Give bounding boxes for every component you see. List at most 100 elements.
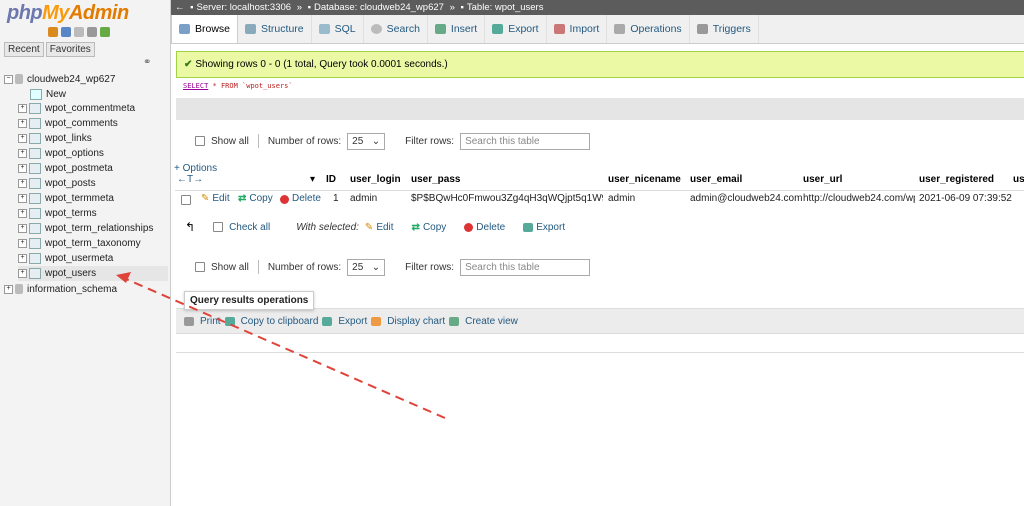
docs-icon[interactable] bbox=[74, 27, 84, 37]
tree-new-item[interactable]: New bbox=[30, 87, 66, 102]
bulk-edit[interactable]: ✎ Edit bbox=[365, 222, 394, 233]
phpmyadmin-logo[interactable]: phpMyAdmin bbox=[7, 2, 129, 25]
sidebar-table-item[interactable]: + wpot_links bbox=[18, 131, 92, 146]
tab-insert[interactable]: Insert bbox=[428, 15, 486, 43]
tab-operations[interactable]: Operations bbox=[607, 15, 690, 43]
expand-icon[interactable]: + bbox=[18, 178, 27, 188]
sidebar-table-item[interactable]: + wpot_posts bbox=[18, 176, 96, 191]
sidebar-table-label[interactable]: wpot_termmeta bbox=[45, 193, 114, 204]
check-all-checkbox[interactable] bbox=[213, 222, 224, 232]
tab-search[interactable]: Search bbox=[364, 15, 428, 43]
expand-icon[interactable]: + bbox=[18, 208, 27, 218]
sidebar-table-label[interactable]: wpot_options bbox=[45, 148, 104, 159]
sidebar-table-item[interactable]: + wpot_term_taxonomy bbox=[18, 236, 141, 251]
sidebar-table-label[interactable]: wpot_users bbox=[45, 268, 96, 279]
tab-sql[interactable]: SQL bbox=[312, 15, 364, 43]
column-header[interactable]: user_registered bbox=[919, 174, 994, 185]
column-header[interactable]: user_nicename bbox=[608, 174, 681, 185]
sidebar-table-label[interactable]: wpot_postmeta bbox=[45, 163, 113, 174]
column-arrows-icon[interactable]: ←T→ bbox=[177, 174, 203, 185]
column-header[interactable]: user_email bbox=[690, 174, 742, 185]
sidebar-table-label[interactable]: wpot_usermeta bbox=[45, 253, 113, 264]
home-icon[interactable] bbox=[48, 27, 58, 37]
sort-chevron-icon[interactable]: ▾ bbox=[310, 174, 315, 185]
sidebar-table-label[interactable]: wpot_terms bbox=[45, 208, 97, 219]
breadcrumb-database[interactable]: Database: cloudweb24_wp627 bbox=[314, 2, 444, 13]
sidebar-table-item[interactable]: + wpot_postmeta bbox=[18, 161, 113, 176]
tab-browse[interactable]: Browse bbox=[171, 15, 239, 43]
reload-icon[interactable] bbox=[100, 27, 110, 37]
sidebar-table-item[interactable]: + wpot_comments bbox=[18, 116, 118, 131]
breadcrumb-table[interactable]: Table: wpot_users bbox=[467, 2, 544, 13]
row-checkbox[interactable] bbox=[181, 195, 191, 205]
op-print[interactable]: Print bbox=[200, 316, 221, 327]
expand-icon[interactable]: + bbox=[18, 163, 27, 173]
bulk-copy[interactable]: ⇄ Copy bbox=[412, 222, 447, 233]
logout-icon[interactable] bbox=[61, 27, 71, 37]
expand-icon[interactable]: + bbox=[18, 268, 27, 278]
link-icon[interactable]: ⚭ bbox=[143, 57, 151, 68]
expand-icon[interactable]: + bbox=[18, 193, 27, 203]
cell-user-registered[interactable]: 2021-06-09 07:39:52 bbox=[919, 191, 1012, 207]
tree-new-label[interactable]: New bbox=[46, 89, 66, 100]
tab-import[interactable]: Import bbox=[547, 15, 608, 43]
rows-select[interactable]: 25 ⌄ bbox=[347, 132, 386, 150]
sidebar-table-item[interactable]: + wpot_options bbox=[18, 146, 104, 161]
cell-user-nicename[interactable]: admin bbox=[608, 191, 635, 207]
op-export[interactable]: Export bbox=[338, 316, 367, 327]
expand-icon[interactable]: + bbox=[18, 103, 27, 113]
sidebar-table-label[interactable]: wpot_links bbox=[45, 133, 92, 144]
tab-favorites[interactable]: Favorites bbox=[45, 42, 95, 57]
show-all-label[interactable]: Show all bbox=[211, 136, 249, 147]
show-all-checkbox[interactable] bbox=[195, 136, 205, 146]
sidebar-table-label[interactable]: wpot_term_relationships bbox=[45, 223, 153, 234]
collapse-icon[interactable]: − bbox=[4, 74, 13, 84]
sidebar-table-label[interactable]: wpot_posts bbox=[45, 178, 96, 189]
column-header[interactable]: user_url bbox=[803, 174, 842, 185]
bulk-delete[interactable]: Delete bbox=[464, 222, 505, 233]
cell-user-pass[interactable]: $P$BQwHc0Fmwou3Zg4qH3qWQjpt5q1W9l. bbox=[411, 191, 603, 207]
show-all-checkbox[interactable] bbox=[195, 262, 205, 272]
sidebar-table-item[interactable]: + wpot_term_relationships bbox=[18, 221, 153, 236]
tab-export[interactable]: Export bbox=[485, 15, 547, 43]
filter-input[interactable]: Search this table bbox=[460, 258, 591, 276]
sidebar-table-item[interactable]: + wpot_termmeta bbox=[18, 191, 114, 206]
tree-db-label[interactable]: cloudweb24_wp627 bbox=[27, 74, 115, 85]
sidebar-table-item[interactable]: + wpot_users bbox=[18, 266, 168, 281]
settings-icon[interactable] bbox=[87, 27, 97, 37]
sql-keyword[interactable]: SELECT bbox=[183, 82, 208, 90]
tab-triggers[interactable]: Triggers bbox=[690, 15, 759, 43]
row-edit[interactable]: ✎ Edit bbox=[201, 191, 230, 207]
rows-select[interactable]: 25 ⌄ bbox=[347, 258, 386, 276]
bulk-export[interactable]: Export bbox=[523, 222, 565, 233]
row-delete[interactable]: Delete bbox=[280, 191, 321, 207]
tab-recent[interactable]: Recent bbox=[4, 42, 44, 57]
column-header[interactable]: ID bbox=[326, 174, 336, 185]
op-display-chart[interactable]: Display chart bbox=[387, 316, 445, 327]
back-arrow-icon[interactable]: ← bbox=[175, 2, 185, 13]
sidebar-table-label[interactable]: wpot_commentmeta bbox=[45, 103, 135, 114]
column-header[interactable]: us bbox=[1013, 174, 1024, 185]
options-link[interactable]: + Options bbox=[174, 163, 217, 174]
check-all-label[interactable]: Check all bbox=[229, 222, 270, 233]
cell-user-url[interactable]: http://cloudweb24.com/wp bbox=[803, 191, 915, 207]
cell-user-login[interactable]: admin bbox=[350, 191, 377, 207]
tree-db-label[interactable]: information_schema bbox=[27, 284, 117, 295]
breadcrumb-server[interactable]: Server: localhost:3306 bbox=[197, 2, 292, 13]
cell-id[interactable]: 1 bbox=[333, 191, 339, 207]
filter-input[interactable]: Search this table bbox=[460, 132, 591, 150]
show-all-label[interactable]: Show all bbox=[211, 262, 249, 273]
row-copy[interactable]: ⇄ Copy bbox=[238, 191, 273, 207]
sidebar-table-item[interactable]: + wpot_commentmeta bbox=[18, 101, 135, 116]
expand-icon[interactable]: + bbox=[18, 238, 27, 248]
tree-db-item[interactable]: − cloudweb24_wp627 bbox=[4, 72, 115, 87]
tree-db-item-other[interactable]: + information_schema bbox=[4, 282, 117, 297]
sql-query[interactable]: SELECT * FROM `wpot_users` bbox=[183, 82, 293, 90]
expand-icon[interactable]: + bbox=[18, 223, 27, 233]
op-copy-clipboard[interactable]: Copy to clipboard bbox=[241, 316, 319, 327]
sidebar-table-item[interactable]: + wpot_usermeta bbox=[18, 251, 113, 266]
sidebar-table-label[interactable]: wpot_comments bbox=[45, 118, 118, 129]
expand-icon[interactable]: + bbox=[4, 284, 13, 294]
sidebar-table-item[interactable]: + wpot_terms bbox=[18, 206, 97, 221]
tab-structure[interactable]: Structure bbox=[238, 15, 312, 43]
